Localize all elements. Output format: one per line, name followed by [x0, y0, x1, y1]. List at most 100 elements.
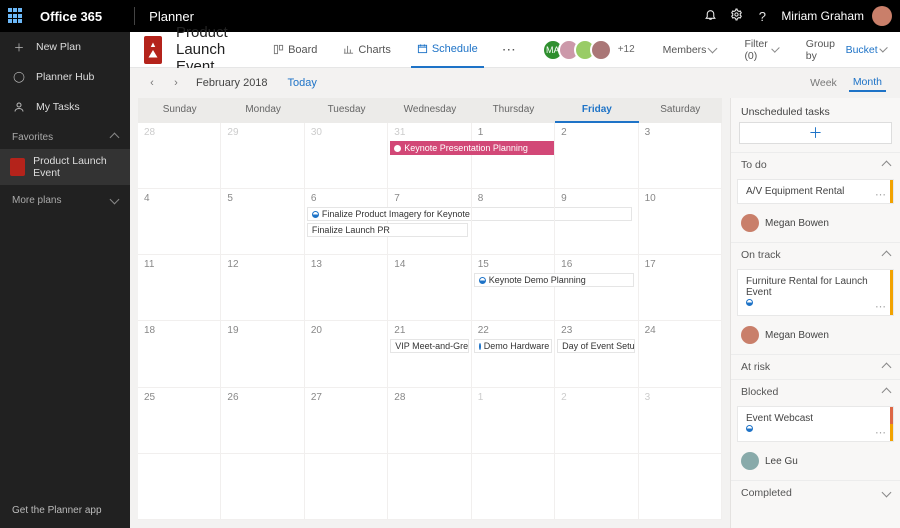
- section-atrisk[interactable]: At risk: [731, 354, 900, 379]
- view-week[interactable]: Week: [806, 75, 841, 91]
- calendar-cell[interactable]: 2: [555, 388, 638, 454]
- view-month[interactable]: Month: [849, 74, 886, 92]
- tab-schedule[interactable]: Schedule: [411, 32, 484, 68]
- calendar-cell[interactable]: 28: [138, 123, 221, 189]
- app-launcher-icon[interactable]: [8, 8, 24, 24]
- members-button[interactable]: Members: [663, 44, 717, 56]
- my-tasks-label: My Tasks: [36, 101, 80, 113]
- calendar-cell[interactable]: 4: [138, 189, 221, 255]
- assignee-avatar: [741, 326, 759, 344]
- calendar-cell[interactable]: [388, 454, 471, 520]
- group-by-button[interactable]: Group by Bucket: [806, 38, 886, 62]
- task-more-icon[interactable]: ⋯: [875, 188, 887, 201]
- calendar-cell[interactable]: 2: [555, 123, 638, 189]
- calendar-cell[interactable]: 27: [305, 388, 388, 454]
- member-avatar: [590, 39, 612, 61]
- calendar-cell[interactable]: 13: [305, 255, 388, 321]
- more-plans-section[interactable]: More plans: [0, 185, 130, 212]
- chevron-down-icon: [110, 195, 120, 205]
- add-task-button[interactable]: ＋: [739, 122, 892, 144]
- notifications-icon[interactable]: [697, 8, 723, 24]
- calendar-cell[interactable]: 10: [639, 189, 722, 255]
- settings-icon[interactable]: [723, 8, 749, 24]
- event-day-setup[interactable]: Day of Event Setup: [557, 339, 635, 353]
- section-completed[interactable]: Completed: [731, 480, 900, 505]
- calendar-cell[interactable]: [639, 454, 722, 520]
- calendar-cell[interactable]: 6 Finalize Product Imagery for Keynote F…: [305, 189, 388, 255]
- plan-logo: [144, 36, 162, 64]
- new-plan-label: New Plan: [36, 41, 81, 53]
- calendar-cell[interactable]: 9: [555, 189, 638, 255]
- day-header: Tuesday: [305, 98, 388, 123]
- task-card[interactable]: A/V Equipment Rental ⋯: [737, 179, 894, 204]
- calendar-cell[interactable]: 1: [472, 123, 555, 189]
- calendar-cell[interactable]: 14: [388, 255, 471, 321]
- calendar-cell[interactable]: 21 VIP Meet-and-Greet: [388, 321, 471, 387]
- calendar-cell[interactable]: 5: [221, 189, 304, 255]
- prev-month-button[interactable]: ‹: [144, 75, 160, 91]
- help-icon[interactable]: ?: [749, 9, 775, 24]
- calendar-cell[interactable]: 19: [221, 321, 304, 387]
- app-label: Planner: [149, 9, 194, 24]
- tab-charts[interactable]: Charts: [337, 32, 396, 68]
- day-header: Friday: [555, 98, 638, 123]
- day-header: Thursday: [472, 98, 555, 123]
- favorite-plan-item[interactable]: Product Launch Event: [0, 149, 130, 185]
- section-todo[interactable]: To do: [731, 152, 900, 177]
- calendar-cell[interactable]: 29: [221, 123, 304, 189]
- calendar-cell[interactable]: 18: [138, 321, 221, 387]
- event-vip[interactable]: VIP Meet-and-Greet: [390, 339, 468, 353]
- calendar-cell[interactable]: 25: [138, 388, 221, 454]
- task-card[interactable]: Event Webcast ⋯: [737, 406, 894, 442]
- get-app-link[interactable]: Get the Planner app: [0, 493, 130, 528]
- user-name: Miriam Graham: [781, 9, 864, 23]
- plan-members[interactable]: MA +12: [548, 39, 635, 61]
- calendar-cell[interactable]: [472, 454, 555, 520]
- calendar-cell[interactable]: [305, 454, 388, 520]
- calendar-cell[interactable]: [138, 454, 221, 520]
- new-plan-button[interactable]: ＋ New Plan: [0, 32, 130, 62]
- calendar-cell[interactable]: 28: [388, 388, 471, 454]
- calendar-cell[interactable]: 17: [639, 255, 722, 321]
- calendar-cell[interactable]: 3: [639, 123, 722, 189]
- planner-hub-link[interactable]: ◯ Planner Hub: [0, 62, 130, 92]
- calendar-cell[interactable]: 15 Keynote Demo Planning: [472, 255, 555, 321]
- calendar-cell[interactable]: [221, 454, 304, 520]
- task-more-icon[interactable]: ⋯: [875, 426, 887, 439]
- calendar-cell[interactable]: 1: [472, 388, 555, 454]
- chevron-up-icon: [110, 133, 120, 143]
- favorite-plan-label: Product Launch Event: [33, 155, 120, 179]
- tab-board[interactable]: Board: [267, 32, 323, 68]
- calendar-cell[interactable]: 31 Keynote Presentation Planning: [388, 123, 471, 189]
- calendar-cell[interactable]: [555, 454, 638, 520]
- calendar-cell[interactable]: 22 Demo Hardware: [472, 321, 555, 387]
- day-header: Sunday: [138, 98, 221, 123]
- calendar-cell[interactable]: 12: [221, 255, 304, 321]
- section-blocked[interactable]: Blocked: [731, 379, 900, 404]
- calendar-cell[interactable]: 26: [221, 388, 304, 454]
- day-header: Saturday: [639, 98, 722, 123]
- calendar-cell[interactable]: 8: [472, 189, 555, 255]
- brand-label: Office 365: [40, 9, 102, 24]
- calendar-cell[interactable]: 11: [138, 255, 221, 321]
- calendar-cell[interactable]: 3: [639, 388, 722, 454]
- calendar-cell[interactable]: 23 Day of Event Setup: [555, 321, 638, 387]
- event-demo-hw[interactable]: Demo Hardware: [474, 339, 552, 353]
- user-avatar[interactable]: [872, 6, 892, 26]
- task-card[interactable]: Furniture Rental for Launch Event ⋯: [737, 269, 894, 316]
- task-more-icon[interactable]: ⋯: [875, 300, 887, 313]
- today-button[interactable]: Today: [288, 77, 317, 89]
- calendar-cell[interactable]: 24: [639, 321, 722, 387]
- more-actions-button[interactable]: ⋯: [498, 41, 520, 58]
- section-ontrack[interactable]: On track: [731, 242, 900, 267]
- calendar-cell[interactable]: 20: [305, 321, 388, 387]
- favorites-section[interactable]: Favorites: [0, 122, 130, 149]
- calendar-cell[interactable]: 7: [388, 189, 471, 255]
- calendar-cell[interactable]: 16: [555, 255, 638, 321]
- next-month-button[interactable]: ›: [168, 75, 184, 91]
- plan-icon: [10, 158, 25, 176]
- more-plans-label: More plans: [12, 195, 61, 206]
- filter-button[interactable]: Filter (0): [744, 38, 777, 62]
- my-tasks-link[interactable]: My Tasks: [0, 92, 130, 122]
- calendar-cell[interactable]: 30: [305, 123, 388, 189]
